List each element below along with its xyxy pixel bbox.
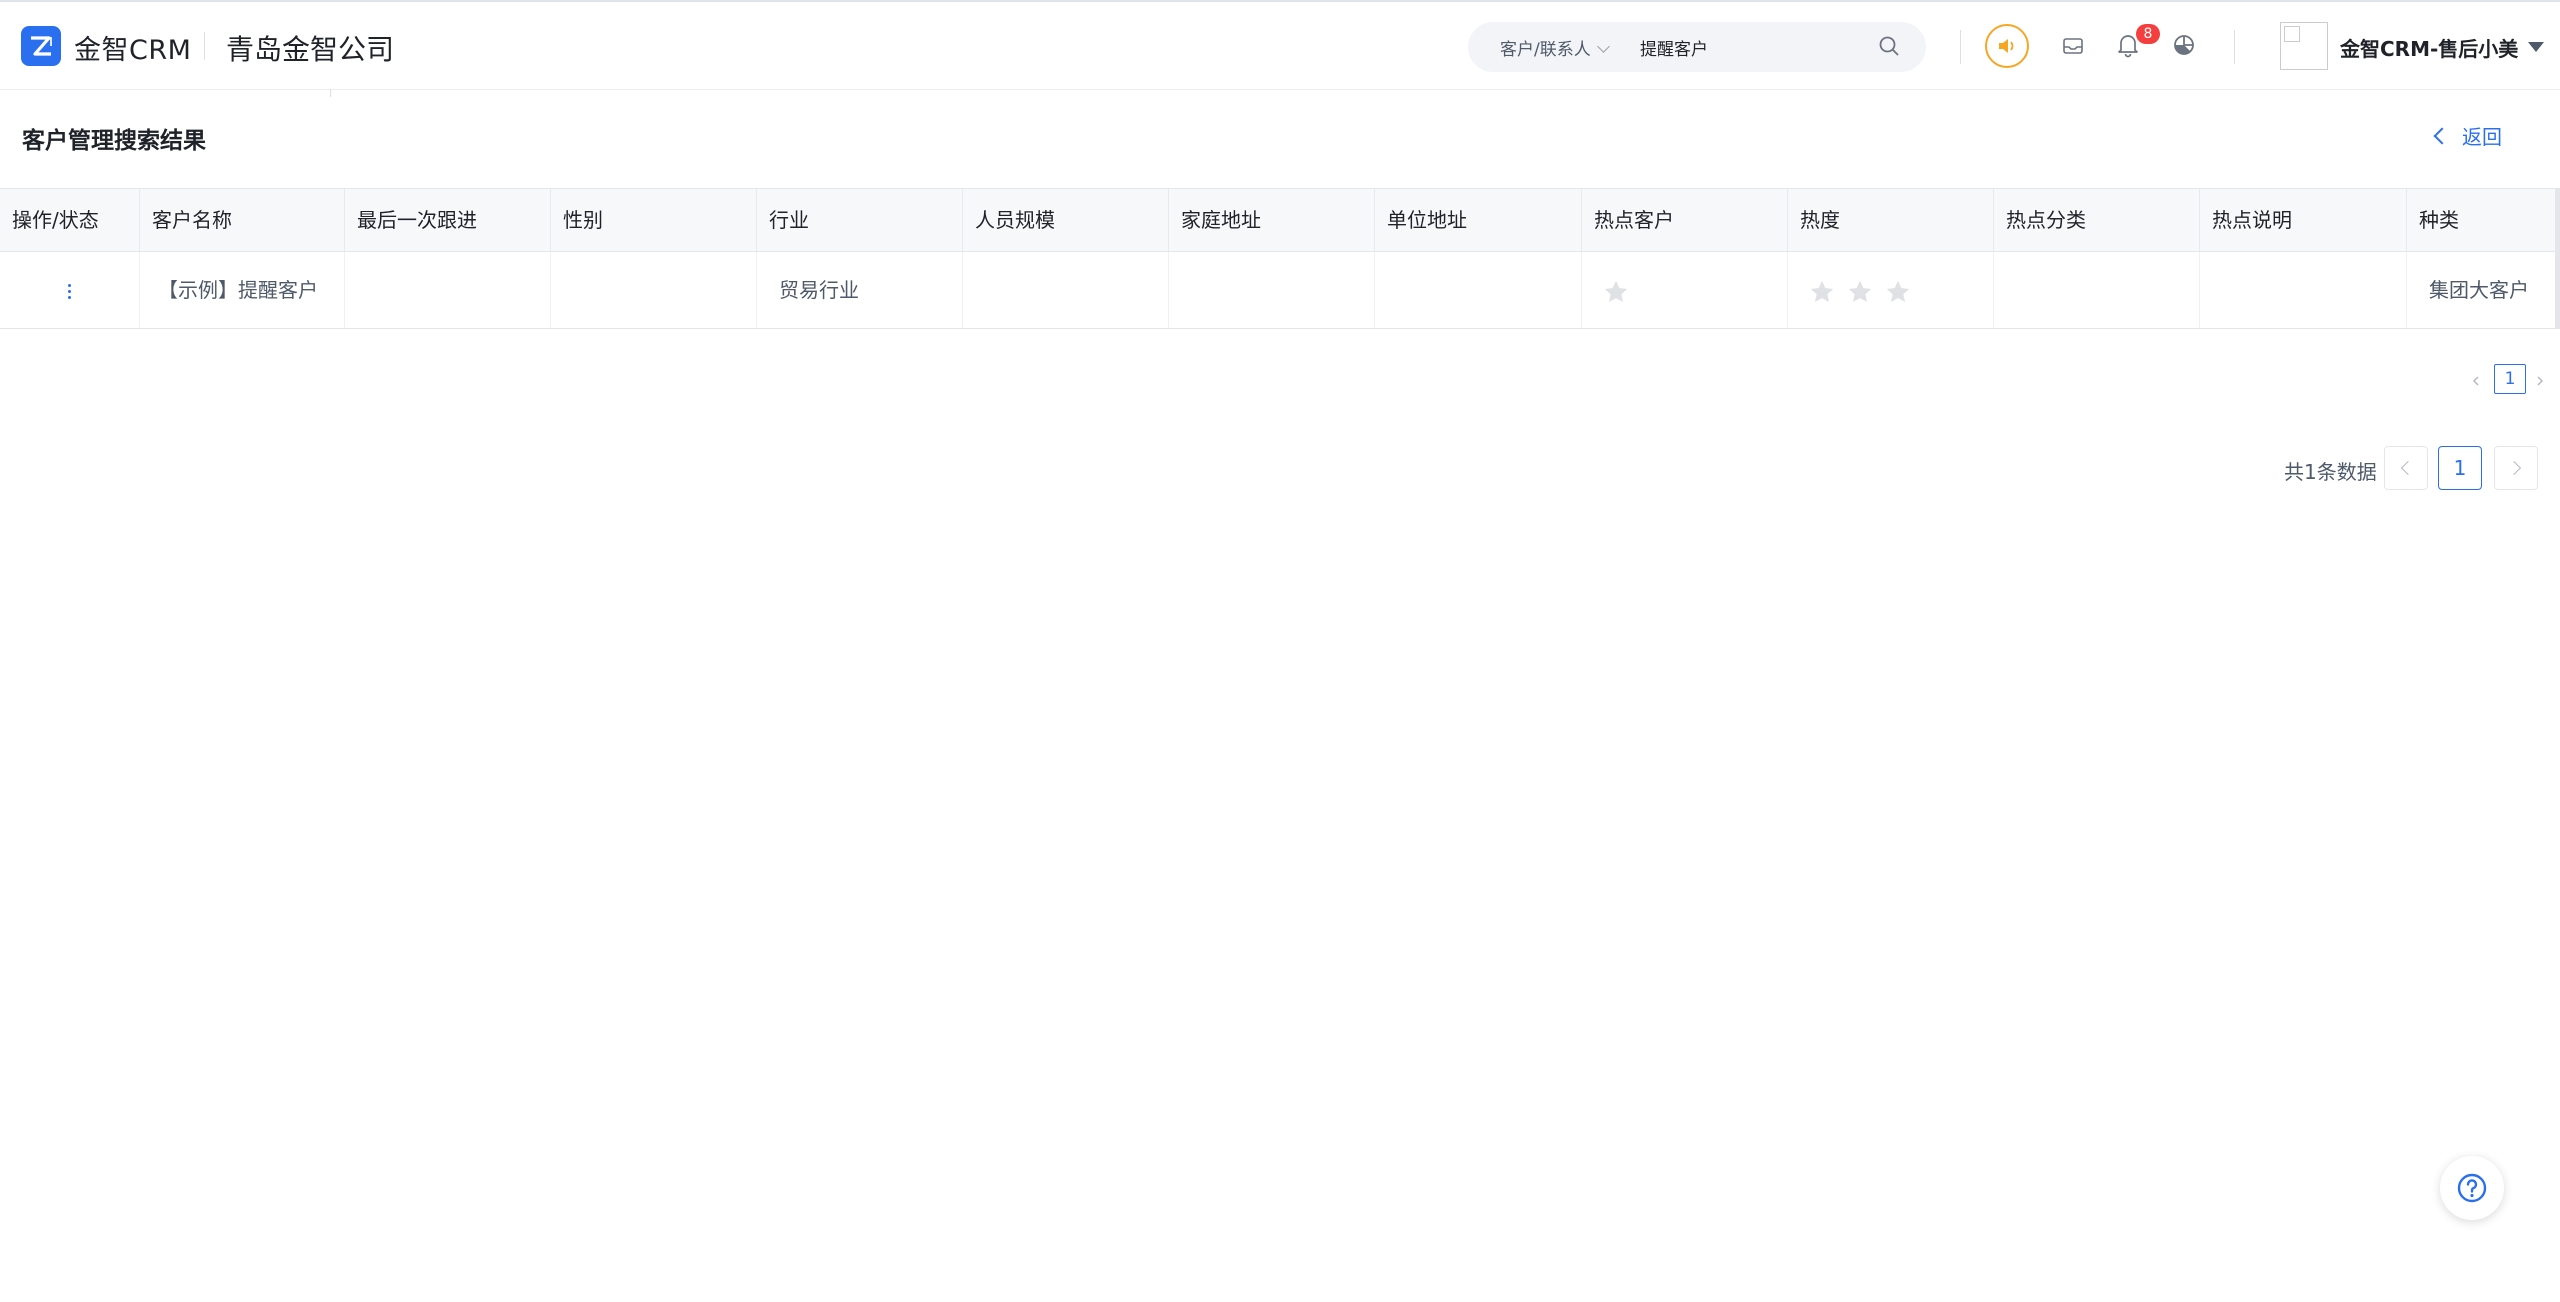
column-header[interactable]: 客户名称 <box>140 189 345 251</box>
chevron-right-icon <box>2506 460 2522 476</box>
chevron-down-icon <box>1596 40 1610 53</box>
top-bar: 金智CRM 青岛金智公司 客户/联系人 8 金智CRM-售后小美 <box>0 0 2560 90</box>
toolbar-divider <box>1960 30 1961 64</box>
back-button[interactable]: 返回 <box>2433 121 2502 150</box>
hot-note-cell <box>2200 252 2407 328</box>
column-header[interactable]: 性别 <box>551 189 757 251</box>
home-address-cell <box>1169 252 1375 328</box>
column-header[interactable]: 热点客户 <box>1582 189 1788 251</box>
hot-customer-cell <box>1582 252 1788 328</box>
column-header[interactable]: 热点说明 <box>2200 189 2407 251</box>
heat-cell <box>1788 252 1994 328</box>
toolbar-divider <box>2234 30 2235 64</box>
column-header[interactable]: 种类 <box>2407 189 2555 251</box>
next-page-button[interactable] <box>2494 446 2538 490</box>
pager-next-icon[interactable] <box>2534 372 2546 386</box>
column-header[interactable]: 单位地址 <box>1375 189 1582 251</box>
brand-divider <box>204 32 205 60</box>
chevron-left-icon <box>2400 460 2416 476</box>
star-icon[interactable] <box>1602 278 1630 306</box>
star-icon[interactable] <box>1846 278 1874 306</box>
more-vertical-icon[interactable] <box>67 281 72 302</box>
tab-divider <box>330 89 331 97</box>
caret-down-icon[interactable] <box>2528 42 2544 52</box>
search-input[interactable] <box>1640 32 1870 62</box>
message-icon[interactable] <box>2062 35 2084 61</box>
gender-cell <box>551 252 757 328</box>
search-type-select[interactable]: 客户/联系人 <box>1500 35 1610 60</box>
column-header[interactable]: 热度 <box>1788 189 1994 251</box>
column-header[interactable]: 行业 <box>757 189 963 251</box>
page-title: 客户管理搜索结果 <box>22 128 206 154</box>
pager-prev-icon[interactable] <box>2470 372 2482 386</box>
star-icon[interactable] <box>1808 278 1836 306</box>
column-header[interactable]: 热点分类 <box>1994 189 2200 251</box>
staff-size-cell <box>963 252 1169 328</box>
customer-name-cell[interactable]: 【示例】提醒客户 <box>140 252 345 328</box>
industry-cell: 贸易行业 <box>757 252 963 328</box>
horizontal-scrollbar[interactable] <box>2555 188 2560 329</box>
logo-icon[interactable] <box>21 26 61 66</box>
last-followup-cell <box>345 252 551 328</box>
help-button[interactable] <box>2440 1156 2504 1220</box>
column-header[interactable]: 操作/状态 <box>0 189 140 251</box>
current-page-button[interactable]: 1 <box>2438 446 2482 490</box>
row-actions-cell <box>0 252 140 328</box>
chevron-left-icon <box>2433 127 2451 145</box>
search-icon[interactable] <box>1878 35 1900 61</box>
pie-chart-icon[interactable] <box>2172 33 2196 61</box>
column-header[interactable]: 最后一次跟进 <box>345 189 551 251</box>
help-icon <box>2457 1173 2487 1203</box>
back-label: 返回 <box>2462 125 2502 149</box>
search-type-label: 客户/联系人 <box>1500 40 1591 60</box>
table-row[interactable]: 【示例】提醒客户 贸易行业 集团大客户 <box>0 252 2560 329</box>
kind-cell: 集团大客户 <box>2429 278 2529 302</box>
user-name[interactable]: 金智CRM-售后小美 <box>2340 33 2518 62</box>
brand-name: 金智CRM <box>74 35 192 66</box>
table-header: 操作/状态 客户名称 最后一次跟进 性别 行业 人员规模 家庭地址 单位地址 热… <box>0 188 2560 252</box>
hot-category-cell <box>1994 252 2200 328</box>
pager-page-button[interactable]: 1 <box>2494 364 2526 394</box>
notification-badge: 8 <box>2136 24 2160 44</box>
company-name: 青岛金智公司 <box>226 33 395 66</box>
total-count: 共1条数据 <box>2284 460 2377 484</box>
work-address-cell <box>1375 252 1582 328</box>
star-icon[interactable] <box>1884 278 1912 306</box>
column-header[interactable]: 家庭地址 <box>1169 189 1375 251</box>
column-header[interactable]: 人员规模 <box>963 189 1169 251</box>
avatar[interactable] <box>2280 22 2328 70</box>
speaker-icon[interactable] <box>1985 24 2029 68</box>
global-search: 客户/联系人 <box>1468 22 1926 72</box>
prev-page-button[interactable] <box>2384 446 2428 490</box>
